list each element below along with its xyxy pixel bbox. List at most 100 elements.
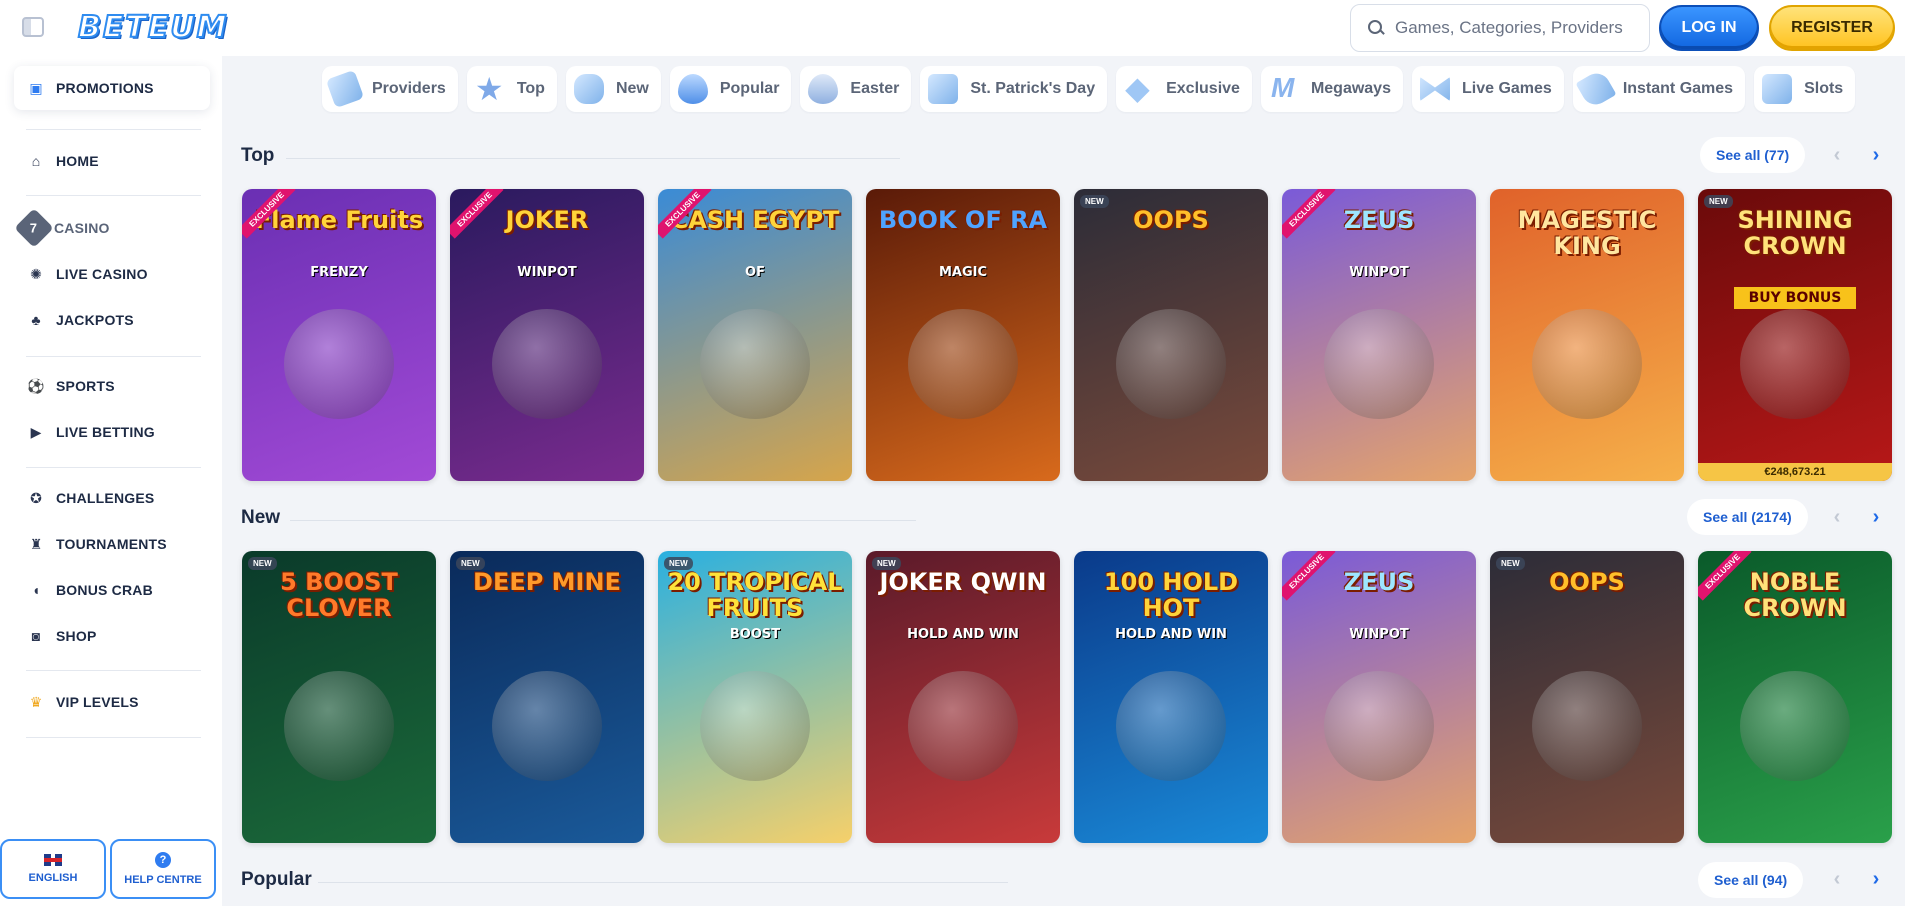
hat-icon <box>928 74 959 104</box>
new-badge: NEW <box>872 557 901 570</box>
game-subtitle: FRENZY <box>310 265 368 280</box>
new-badge: NEW <box>248 557 277 570</box>
game-card[interactable]: OOPS NEW <box>1074 189 1268 481</box>
jackpot-amount: €248,673.21 <box>1698 463 1892 481</box>
see-all-top-button[interactable]: See all (77) <box>1700 137 1806 173</box>
chevron-right-icon[interactable]: › <box>1862 503 1890 531</box>
category-live-games[interactable]: Live Games <box>1411 66 1564 112</box>
sidebar-item-label: BONUS CRAB <box>56 582 153 598</box>
category-easter[interactable]: Easter <box>800 66 912 112</box>
chevron-left-icon[interactable]: ‹ <box>1823 865 1851 893</box>
category-exclusive[interactable]: Exclusive <box>1116 66 1252 112</box>
sidebar-divider <box>26 129 201 130</box>
category-megaways[interactable]: Megaways <box>1260 66 1403 112</box>
egg-icon <box>808 74 839 104</box>
game-artwork <box>1324 309 1434 419</box>
category-new[interactable]: New <box>565 66 661 112</box>
game-title: ZEUS <box>1343 568 1415 596</box>
game-card[interactable]: Flame Fruits FRENZY EXCLUSIVE <box>242 189 436 481</box>
language-button[interactable]: ENGLISH <box>0 839 106 899</box>
game-title: 20 TROPICAL FRUITS <box>667 568 843 622</box>
sidebar-item-promotions[interactable]: ▣ PROMOTIONS <box>14 66 210 110</box>
sidebar-item-shop[interactable]: ◙ SHOP <box>14 614 210 658</box>
sidebar: ▣ PROMOTIONS ⌂ HOME 7 CASINO ✺ LIVE CASI… <box>0 56 222 906</box>
game-title: Flame Fruits <box>254 206 424 234</box>
sidebar-item-live-casino[interactable]: ✺ LIVE CASINO <box>14 252 210 296</box>
game-artwork <box>1740 671 1850 781</box>
sidebar-item-label: TOURNAMENTS <box>56 536 167 552</box>
site-logo[interactable]: BETEUM <box>77 9 229 46</box>
uk-flag-icon <box>44 854 62 866</box>
chevron-left-icon[interactable]: ‹ <box>1823 141 1851 169</box>
see-all-popular-button[interactable]: See all (94) <box>1698 862 1804 898</box>
slot-machine-icon <box>1762 74 1793 104</box>
category-st-patricks-day[interactable]: St. Patrick's Day <box>920 66 1108 112</box>
game-card[interactable]: 100 HOLD HOT HOLD AND WIN <box>1074 551 1268 843</box>
game-card[interactable]: NOBLE CROWN EXCLUSIVE <box>1698 551 1892 843</box>
game-title: JOKER <box>505 206 589 234</box>
game-card[interactable]: JOKER QWIN HOLD AND WIN NEW <box>866 551 1060 843</box>
game-card[interactable]: DEEP MINE NEW <box>450 551 644 843</box>
sidebar-item-challenges[interactable]: ✪ CHALLENGES <box>14 476 210 520</box>
game-artwork <box>492 671 602 781</box>
game-artwork <box>492 309 602 419</box>
sidebar-item-jackpots[interactable]: ♣ JACKPOTS <box>14 298 210 342</box>
sidebar-item-home[interactable]: ⌂ HOME <box>14 139 210 183</box>
category-slots[interactable]: Slots <box>1754 66 1856 112</box>
sidebar-item-label: HOME <box>56 153 99 169</box>
game-card[interactable]: MAGESTIC KING <box>1490 189 1684 481</box>
new-badge: NEW <box>1080 195 1109 208</box>
see-all-new-button[interactable]: See all (2174) <box>1687 499 1808 535</box>
register-button[interactable]: REGISTER <box>1769 5 1895 51</box>
category-instant-games[interactable]: Instant Games <box>1572 66 1746 112</box>
game-title: SHINING CROWN <box>1737 206 1853 260</box>
chip-icon: ✺ <box>30 265 42 282</box>
medal-icon: ✪ <box>30 489 42 506</box>
category-bar: Providers Top New Popular Easter St. Pat… <box>322 66 1864 114</box>
category-label: Instant Games <box>1622 80 1734 97</box>
game-card[interactable]: OOPS NEW <box>1490 551 1684 843</box>
clover-icon: ♣ <box>31 312 41 328</box>
chevron-left-icon[interactable]: ‹ <box>1823 503 1851 531</box>
game-subtitle: MAGIC <box>938 265 988 280</box>
game-title: MAGESTIC KING <box>1517 206 1657 260</box>
help-centre-button[interactable]: ? HELP CENTRE <box>110 839 216 899</box>
sidebar-item-label: JACKPOTS <box>56 312 134 328</box>
game-card[interactable]: ZEUS WINPOT EXCLUSIVE <box>1282 551 1476 843</box>
game-card[interactable]: ZEUS WINPOT EXCLUSIVE <box>1282 189 1476 481</box>
sidebar-item-casino[interactable]: 7 CASINO <box>14 206 210 250</box>
chevron-right-icon[interactable]: › <box>1862 141 1890 169</box>
game-title: OOPS <box>1133 206 1209 234</box>
game-subtitle: HOLD AND WIN <box>907 627 1019 642</box>
game-subtitle: BOOST <box>729 627 781 642</box>
sidebar-item-label: SHOP <box>56 628 97 644</box>
sidebar-item-sports[interactable]: ⚽ SPORTS <box>14 364 210 408</box>
game-artwork <box>1116 309 1226 419</box>
search-box[interactable] <box>1350 4 1650 52</box>
game-card[interactable]: CASH EGYPT OF EXCLUSIVE <box>658 189 852 481</box>
sidebar-toggle-icon[interactable] <box>22 17 44 37</box>
game-card[interactable]: JOKER WINPOT EXCLUSIVE <box>450 189 644 481</box>
new-badge: NEW <box>1704 195 1733 208</box>
trophy-icon: ♜ <box>29 535 43 552</box>
game-title: 100 HOLD HOT <box>1103 568 1239 622</box>
sidebar-item-live-betting[interactable]: ▶ LIVE BETTING <box>14 410 210 454</box>
game-card[interactable]: 5 BOOST CLOVER NEW <box>242 551 436 843</box>
sidebar-divider <box>26 737 201 738</box>
login-button[interactable]: LOG IN <box>1659 5 1759 51</box>
category-popular[interactable]: Popular <box>669 66 792 112</box>
category-providers[interactable]: Providers <box>322 66 458 112</box>
chevron-right-icon[interactable]: › <box>1862 865 1890 893</box>
search-input[interactable] <box>1395 18 1635 38</box>
top-header: BETEUM LOG IN REGISTER <box>0 0 1905 56</box>
game-subtitle: WINPOT <box>517 265 577 280</box>
game-card[interactable]: SHINING CROWN NEW BUY BONUS €248,673.21 <box>1698 189 1892 481</box>
category-top[interactable]: Top <box>466 66 557 112</box>
game-title: BOOK OF RA <box>878 206 1048 234</box>
game-card[interactable]: BOOK OF RA MAGIC <box>866 189 1060 481</box>
sidebar-item-bonus-crab[interactable]: ◖ BONUS CRAB <box>14 568 210 612</box>
basket-icon: ◙ <box>31 628 41 644</box>
game-card[interactable]: 20 TROPICAL FRUITS BOOST NEW <box>658 551 852 843</box>
sidebar-item-tournaments[interactable]: ♜ TOURNAMENTS <box>14 522 210 566</box>
sidebar-item-vip-levels[interactable]: ♛ VIP LEVELS <box>14 680 210 724</box>
